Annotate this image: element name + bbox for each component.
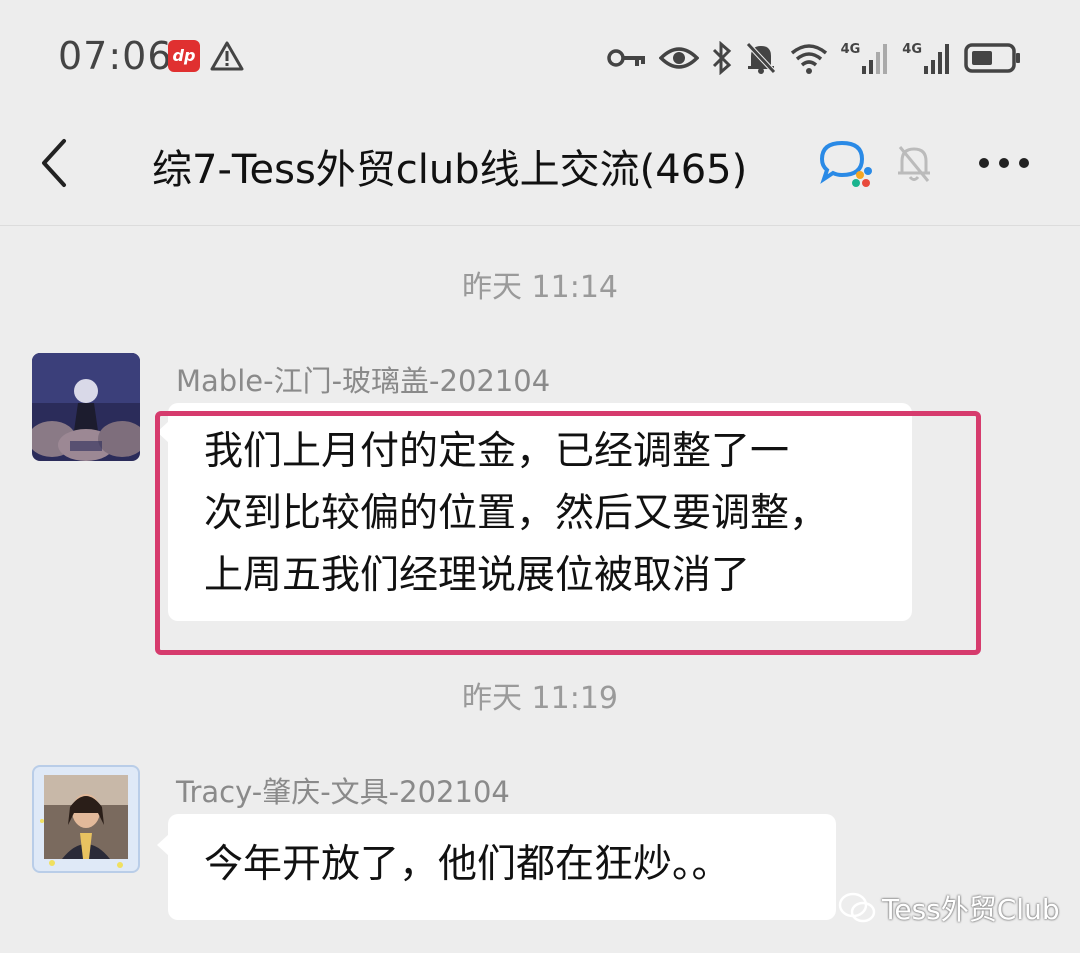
- more-options-button[interactable]: [976, 141, 1032, 185]
- header-divider: [0, 225, 1080, 226]
- avatar[interactable]: [32, 765, 140, 873]
- watermark-text: Tess外贸Club: [882, 893, 1060, 926]
- message-timestamp: 昨天 11:14: [462, 270, 618, 305]
- bluetooth-icon: [712, 41, 731, 75]
- clock: 07:06: [58, 34, 173, 78]
- message-line: 今年开放了，他们都在狂炒。。: [204, 842, 731, 887]
- status-bar: 07:06 dp 4G 4G: [0, 0, 1080, 115]
- battery-icon: [964, 43, 1020, 73]
- mute-bell-icon: [898, 146, 930, 182]
- avatar[interactable]: [32, 353, 140, 461]
- wechat-icon: [838, 892, 876, 923]
- wifi-icon: [790, 44, 827, 74]
- app-notification-icon: dp: [168, 40, 200, 72]
- warning-icon: [210, 41, 244, 71]
- silent-bell-icon: [745, 42, 776, 74]
- watermark: Tess外贸Club: [838, 888, 1060, 928]
- key-icon: [606, 49, 645, 67]
- sender-name: Tracy-肇庆-文具-202104: [176, 775, 510, 809]
- back-button[interactable]: [34, 135, 78, 191]
- signal-1-icon: 4G: [841, 42, 891, 74]
- eye-icon: [658, 47, 699, 69]
- chat-title: 综7-Tess外贸club线上交流(465): [152, 147, 748, 193]
- message-timestamp: 昨天 11:19: [462, 681, 618, 716]
- signal-2-icon: 4G: [902, 42, 952, 74]
- wecom-group-icon: [819, 140, 872, 187]
- chat-header: 综7-Tess外贸club线上交流(465): [0, 115, 1080, 225]
- highlight-box: [155, 411, 981, 655]
- message-bubble[interactable]: 今年开放了，他们都在狂炒。。: [157, 814, 836, 920]
- status-icons: 4G 4G: [606, 36, 1022, 80]
- sender-name: Mable-江门-玻璃盖-202104: [176, 364, 551, 398]
